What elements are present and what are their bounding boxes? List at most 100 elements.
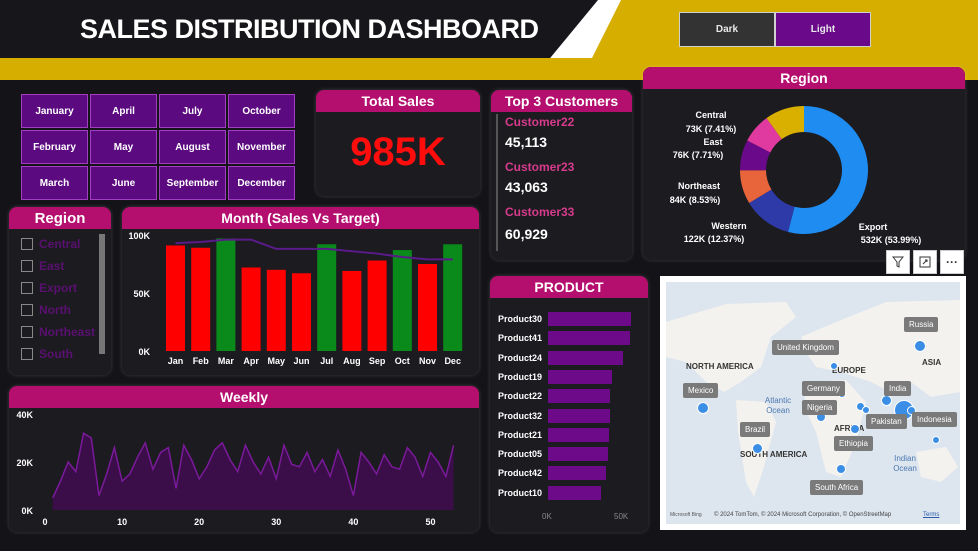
month-bar[interactable] <box>342 270 362 351</box>
y-tick-label: 20K <box>16 458 33 468</box>
map-bubble[interactable] <box>862 406 870 414</box>
month-button[interactable]: February <box>21 130 88 164</box>
month-button[interactable]: September <box>159 166 226 200</box>
slicer-scrollbar[interactable] <box>99 234 105 354</box>
customer-name: Customer33 <box>505 205 575 219</box>
month-button[interactable]: July <box>159 94 226 128</box>
region-donut-chart: Central 73K (7.41%) East 76K (7.71%) Nor… <box>670 106 922 245</box>
product-bar[interactable] <box>548 427 609 442</box>
region-option[interactable]: Northeast <box>21 325 95 339</box>
month-bar[interactable] <box>317 244 337 351</box>
region-option[interactable]: North <box>21 303 71 317</box>
product-bar[interactable] <box>548 408 611 423</box>
map-bubble[interactable] <box>914 340 926 352</box>
month-bar[interactable] <box>418 264 437 351</box>
dark-theme-button[interactable]: Dark <box>679 12 775 47</box>
product-bar[interactable] <box>548 466 607 481</box>
checkbox-icon[interactable] <box>21 326 33 338</box>
map-attribution: © 2024 TomTom, © 2024 Microsoft Corporat… <box>714 512 892 518</box>
product-bar[interactable] <box>548 389 611 404</box>
total-sales-card: Total Sales 985K <box>316 90 480 196</box>
region-option[interactable]: South <box>21 347 73 361</box>
month-bar[interactable] <box>241 267 261 351</box>
donut-label-value: 532K (53.99%) <box>861 235 922 245</box>
product-bar[interactable] <box>548 485 601 500</box>
map-region-label: NORTH AMERICA <box>686 362 754 371</box>
filter-icon[interactable] <box>886 250 910 274</box>
map-bubble[interactable] <box>881 395 892 406</box>
map-region-label: SOUTH AMERICA <box>740 450 808 459</box>
x-tick-label: 50K <box>614 512 629 521</box>
weekly-area <box>52 433 454 510</box>
x-tick-label: Mar <box>218 356 235 366</box>
region-option[interactable]: East <box>21 259 64 273</box>
light-theme-button[interactable]: Light <box>775 12 871 47</box>
month-button[interactable]: January <box>21 94 88 128</box>
x-tick-label: 50 <box>425 517 435 527</box>
month-bar[interactable] <box>266 269 286 351</box>
map-bubble[interactable] <box>697 402 709 414</box>
x-tick-label: Jun <box>293 356 309 366</box>
x-tick-label: Apr <box>243 356 259 366</box>
checkbox-icon[interactable] <box>21 304 33 316</box>
x-tick-label: Jan <box>168 356 184 366</box>
map-bubble[interactable] <box>932 436 940 444</box>
product-bar[interactable] <box>548 331 630 346</box>
region-option-label: Northeast <box>39 325 96 339</box>
product-label: Product05 <box>498 449 543 460</box>
top-customers-card: Top 3 Customers Customer22 45,113 Custom… <box>491 90 632 260</box>
donut-label-name: Central <box>695 110 726 120</box>
more-options-icon[interactable]: ··· <box>940 250 964 274</box>
month-bar[interactable] <box>292 273 311 351</box>
map-terms-link[interactable]: Terms <box>923 512 939 518</box>
map-bubble[interactable] <box>850 424 860 434</box>
region-option-label: East <box>39 259 65 273</box>
x-tick-label: Nov <box>419 356 436 366</box>
product-label: Product32 <box>498 410 543 421</box>
focus-mode-icon[interactable] <box>913 250 937 274</box>
product-label: Product22 <box>498 391 543 402</box>
product-bar[interactable] <box>548 350 623 365</box>
region-option-label: Export <box>39 281 78 295</box>
dashboard-title: SALES DISTRIBUTION DASHBOARD <box>80 14 539 44</box>
month-bar[interactable] <box>191 247 211 351</box>
product-bar[interactable] <box>548 447 608 462</box>
month-bar[interactable] <box>166 245 185 351</box>
dashboard-page: SALES DISTRIBUTION DASHBOARD Dark Light … <box>0 0 978 551</box>
x-tick-label: May <box>268 356 286 366</box>
month-button[interactable]: August <box>159 130 226 164</box>
map-label-ethiopia: Ethiopia <box>834 436 873 451</box>
month-button[interactable]: December <box>228 166 295 200</box>
checkbox-icon[interactable] <box>21 348 33 360</box>
donut-label-name: East <box>703 137 722 147</box>
month-button[interactable]: November <box>228 130 295 164</box>
month-button[interactable]: April <box>90 94 157 128</box>
map-bubble[interactable] <box>830 362 838 370</box>
region-option[interactable]: Export <box>21 281 77 295</box>
product-bar[interactable] <box>548 312 632 326</box>
product-label: Product24 <box>498 352 543 363</box>
x-tick-label: 0K <box>542 512 552 521</box>
region-option-label: North <box>39 303 71 317</box>
world-map[interactable]: NORTH AMERICA EUROPE ASIA AFRICA SOUTH A… <box>666 282 960 524</box>
month-button[interactable]: October <box>228 94 295 128</box>
month-bar[interactable] <box>367 260 387 351</box>
region-option-label: South <box>39 347 73 361</box>
region-option[interactable]: Central <box>21 237 80 251</box>
checkbox-icon[interactable] <box>21 238 33 250</box>
product-label: Product30 <box>498 314 543 324</box>
month-bar[interactable] <box>392 250 412 351</box>
month-button[interactable]: March <box>21 166 88 200</box>
x-tick-label: Sep <box>369 356 386 366</box>
product-bar[interactable] <box>548 369 612 384</box>
checkbox-icon[interactable] <box>21 282 33 294</box>
map-bubble[interactable] <box>752 443 763 454</box>
month-bar[interactable] <box>216 238 236 351</box>
map-label-russia: Russia <box>904 317 939 332</box>
map-bubble[interactable] <box>836 464 846 474</box>
map-ocean-label: Indian Ocean <box>893 454 917 473</box>
checkbox-icon[interactable] <box>21 260 33 272</box>
product-label: Product19 <box>498 371 543 382</box>
month-button[interactable]: May <box>90 130 157 164</box>
month-button[interactable]: June <box>90 166 157 200</box>
